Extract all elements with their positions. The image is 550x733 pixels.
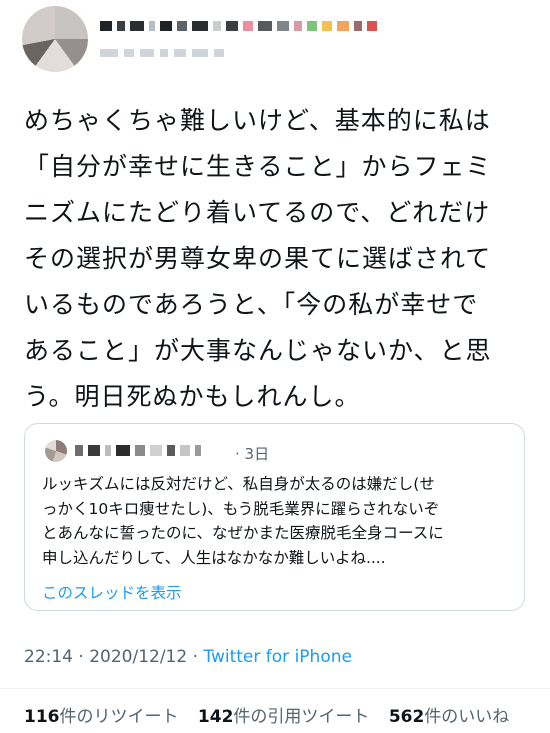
tweet-timestamp[interactable]: 22:14 · 2020/12/12 · (24, 647, 203, 667)
quoted-author-redacted (75, 445, 201, 456)
tweet-header (0, 0, 550, 85)
likes-label: 件のいいね (424, 707, 510, 727)
retweets-stat[interactable]: 116件のリツイート (24, 707, 179, 727)
handle-redacted (100, 46, 224, 60)
likes-stat[interactable]: 562件のいいね (389, 707, 510, 727)
quoted-date: · 3日 (235, 445, 270, 463)
tweet-meta: 22:14 · 2020/12/12 · Twitter for iPhone (24, 647, 352, 667)
tweet-text: めちゃくちゃ難しいけど、基本的に私は 「自分が幸せに生きること」からフェミ ニズ… (24, 106, 492, 411)
quotes-label: 件の引用ツイート (233, 707, 370, 727)
display-name-redacted[interactable] (100, 16, 377, 36)
show-thread-link[interactable]: このスレッドを表示 (42, 581, 182, 603)
quoted-tweet[interactable]: · 3日 ルッキズムには反対だけど、私自身が太るのは嫌だし(せ っかく10キロ痩… (24, 423, 525, 611)
quoted-text: ルッキズムには反対だけど、私自身が太るのは嫌だし(せ っかく10キロ痩せたし)、… (42, 475, 444, 567)
engagement-stats: 116件のリツイート 142件の引用ツイート 562件のいいね (24, 702, 523, 727)
avatar[interactable] (22, 6, 88, 72)
quoted-avatar (45, 440, 67, 462)
retweets-label: 件のリツイート (59, 707, 179, 727)
retweets-count: 116 (24, 707, 60, 727)
likes-count: 562 (388, 707, 425, 727)
quotes-count: 142 (197, 707, 234, 727)
divider (0, 688, 550, 689)
quotes-stat[interactable]: 142件の引用ツイート (198, 707, 370, 727)
tweet-source[interactable]: Twitter for iPhone (203, 647, 352, 667)
